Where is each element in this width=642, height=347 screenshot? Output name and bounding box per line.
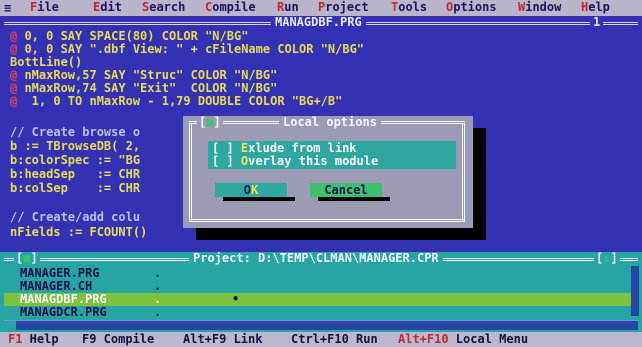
close-icon: ■ [23,251,31,265]
menu-options[interactable]: Options [446,1,497,14]
menu-file[interactable]: File [30,1,59,14]
code-line-text: BottLine() [10,55,83,69]
code-line-text: 0, 0 SAY SPACE(80) COLOR "N/BG" [17,29,249,43]
editor-filename: MANAGDBF.PRG [271,16,366,29]
menu-window[interactable]: Window [518,1,561,14]
overlay-module-checkbox[interactable]: [ ] Overlay this module [212,155,378,168]
code-line[interactable]: // Create/add colu [10,211,140,224]
project-horizontal-scrollbar[interactable] [4,320,638,330]
menu-compile[interactable]: Compile [205,1,256,14]
file-mark: . [154,305,162,319]
project-vertical-scrollbar[interactable] [631,266,639,316]
checkbox-mark: [ ] [212,141,234,155]
status-label: Local Menu [448,332,529,346]
system-menu-icon[interactable]: ≡ [4,1,11,15]
code-line[interactable]: b:headSep := CHR [10,168,140,181]
status-key: F1 [8,332,23,346]
status-label: Run [348,332,378,346]
checkbox-mark: [ ] [212,154,234,168]
code-line-text: b := TBrowseDB( 2, [10,139,141,153]
dialog-close-button[interactable]: [■] [197,116,223,129]
ok-button-shadow [223,197,295,201]
close-icon: ■ [206,115,214,129]
status-help[interactable]: F1 Help [8,333,59,346]
file-name: MANAGDCR.PRG [20,305,107,319]
menu-search[interactable]: Search [142,1,185,14]
status-key: Alt+F10 [398,332,449,346]
menu-bar: ≡ File Edit Search Compile Run Project T… [0,0,642,16]
code-line-text: nMaxRow,57 SAY "Struc" COLOR "N/BG" [17,68,278,82]
code-line-text: nMaxRow,74 SAY "Exit" COLOR "N/BG" [17,81,278,95]
scroll-thumb[interactable] [4,321,16,330]
editor-title-bar: MANAGDBF.PRG 1 [0,16,642,29]
menu-search-label: earch [149,0,186,14]
editor-window-number: 1 [590,16,604,29]
menu-compile-label: ompile [212,0,256,14]
checkbox-group: [ ] Exlude from link [ ] Overlay this mo… [208,141,456,169]
dialog-title: Local options [279,116,381,129]
status-label: Link [226,332,263,346]
ok-button-label: O [243,183,251,197]
status-label: Help [22,332,59,346]
code-line-text: 0, 0 SAY ".dbf View: " + cFileName COLOR… [17,42,365,56]
menu-tools-label: ools [398,0,428,14]
status-key: F9 [82,332,97,346]
menu-options-label: ptions [453,0,497,14]
project-window[interactable]: [■] Project: D:\TEMP\CLMAN\MANAGER.CPR [… [0,252,642,332]
dialog-frame-right [462,124,468,222]
code-line-text: nFields := FCOUNT() [10,225,148,239]
editor-scrollbar[interactable] [632,30,642,252]
menu-project[interactable]: Project [318,1,369,14]
menu-help[interactable]: Help [581,1,610,14]
menu-window-label: indow [525,0,562,14]
menu-edit[interactable]: Edit [93,1,122,14]
menu-project-label: roject [325,0,369,14]
ok-button[interactable]: OK [215,183,287,197]
code-line[interactable]: // Create browse o [10,126,140,139]
project-title: Project: D:\TEMP\CLMAN\MANAGER.CPR [189,252,443,265]
cursor-mark: • [232,292,240,306]
dialog-frame-left [189,124,195,222]
menu-tools[interactable]: Tools [391,1,427,14]
status-run[interactable]: Ctrl+F10 Run [291,333,378,346]
status-key: Ctrl+F10 [291,332,349,346]
code-line[interactable]: nFields := FCOUNT() [10,226,147,239]
code-line[interactable]: @ 1, 0 TO nMaxRow - 1,79 DOUBLE COLOR "B… [10,95,342,108]
code-line-text: b:headSep := CHR [10,167,141,181]
project-close-button[interactable]: [■] [14,252,40,265]
menu-run-label: un [284,0,299,14]
project-file-row[interactable]: MANAGDCR.PRG. [4,306,638,319]
project-zoom-button[interactable]: [↕] [594,252,620,265]
code-line[interactable]: b:colorSpec := "BG [10,154,140,167]
code-line-text: b:colorSpec := "BG [10,153,141,167]
code-line-text: 1, 0 TO nMaxRow - 1,79 DOUBLE COLOR "BG+… [17,94,343,108]
dialog-frame-bottom [189,219,465,222]
checkbox-label: verlay this module [248,154,379,168]
project-file-row[interactable]: MANAGER.PRG. [4,267,638,280]
status-link[interactable]: Alt+F9 Link [183,333,262,346]
code-line[interactable]: b := TBrowseDB( 2, [10,140,140,153]
cancel-button-shadow [318,197,390,201]
status-bar: F1 Help F9 Compile Alt+F9 Link Ctrl+F10 … [0,332,642,347]
code-line[interactable]: b:colSep := CHR [10,182,140,195]
status-compile[interactable]: F9 Compile [82,333,154,346]
code-line-text: b:colSep := CHR [10,181,141,195]
menu-edit-label: dit [100,0,122,14]
cancel-button[interactable]: Cancel [310,183,382,197]
ide-screen: ≡ File Edit Search Compile Run Project T… [0,0,642,347]
code-line-text: // Create/add colu [10,210,141,224]
status-local-menu[interactable]: Alt+F10 Local Menu [398,333,528,346]
menu-file-label: ile [37,0,59,14]
menu-help-label: elp [588,0,610,14]
local-options-dialog: [■] Local options [ ] Exlude from link [… [183,116,473,228]
code-line-text: // Create browse o [10,125,141,139]
menu-run[interactable]: Run [277,1,299,14]
checkbox-label: xlude from link [248,141,357,155]
status-label: Compile [96,332,155,346]
status-key: Alt+F9 [183,332,227,346]
zoom-icon: ↕ [603,251,611,265]
ok-button-hotkey: K [251,183,259,197]
